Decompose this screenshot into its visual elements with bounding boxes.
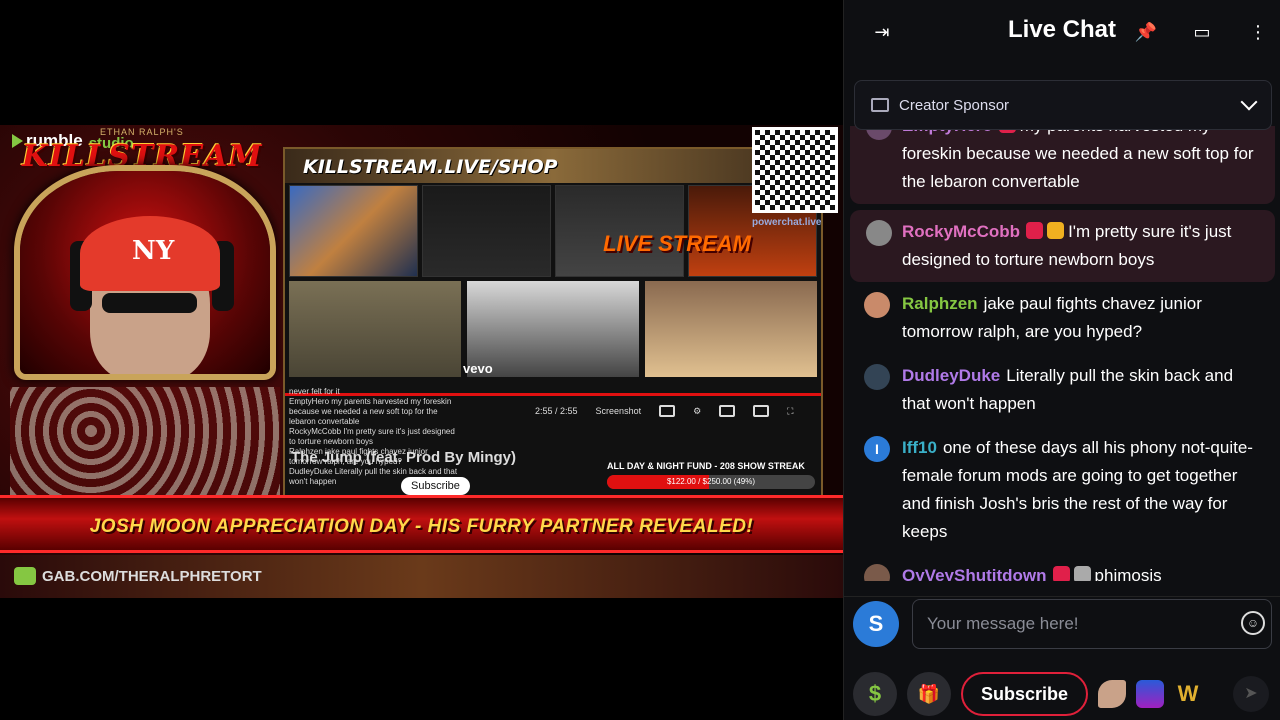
fund-progress-bar: $122.00 / $250.00 (49%) — [607, 475, 815, 489]
toggle-icon[interactable]: ▭ — [1184, 14, 1220, 50]
powerchat-label: powerchat.live — [752, 217, 822, 228]
fund-progress-text: $122.00 / $250.00 (49%) — [666, 477, 756, 486]
gab-url: GAB.COM/THERALPHRETORT — [42, 567, 262, 585]
chat-message: RockyMcCobb I'm pretty sure it's just des… — [850, 210, 1275, 282]
chat-username[interactable]: Iff10 — [902, 438, 937, 457]
chat-username[interactable]: OyVeyShutitdown — [902, 566, 1047, 581]
news-ticker: JOSH MOON APPRECIATION DAY - HIS FURRY P… — [0, 495, 843, 553]
mini-chat-line: never felt for it — [289, 387, 340, 396]
gab-icon — [14, 567, 36, 585]
chat-message: OyVeyShutitdown phimosis — [844, 554, 1280, 581]
chat-message: Ralphzen jake paul fights chavez junior t… — [844, 282, 1280, 354]
chat-input-row: S ☺ — [844, 596, 1280, 652]
badge-icon — [1073, 566, 1091, 581]
fullscreen-icon: ⛶ — [787, 405, 794, 416]
thumbnail — [645, 281, 817, 377]
chat-username[interactable]: Ralphzen — [902, 294, 978, 313]
sponsor-label: Creator Sponsor — [899, 96, 1010, 114]
more-icon[interactable]: ⋮ — [1240, 14, 1276, 50]
webcam-frame: NY — [14, 165, 276, 380]
badge-icon — [1026, 222, 1044, 239]
mini-chat-line: EmptyHero my parents harvested my foresk… — [289, 397, 452, 426]
shared-screen: KILLSTREAM.LIVE/SHOP LIVE STREAM vevo ne… — [283, 147, 823, 497]
chat-username[interactable]: RockyMcCobb — [902, 222, 1020, 241]
thumbnail — [422, 185, 551, 277]
emote-button[interactable]: W — [1174, 680, 1202, 708]
avatar[interactable] — [864, 292, 890, 318]
live-chat-panel: ⇥ Live Chat 📌 ▭ ⋮ EmptyHeromy parents ha… — [843, 0, 1280, 720]
pin-icon[interactable]: 📌 — [1128, 14, 1164, 50]
emote-button[interactable] — [1098, 680, 1127, 708]
avatar[interactable]: I — [864, 436, 890, 462]
player-time: 2:55 / 2:55 — [535, 406, 578, 416]
thumbnail — [289, 185, 418, 277]
emote-button[interactable] — [1136, 680, 1165, 708]
badge-icon — [1047, 222, 1065, 239]
message-input[interactable] — [912, 599, 1272, 649]
shop-url: KILLSTREAM.LIVE/SHOP — [303, 156, 558, 178]
avatar[interactable] — [864, 564, 890, 581]
settings-icon: ⚙ — [693, 405, 702, 416]
sunglasses — [102, 293, 197, 313]
cap-logo: NY — [132, 236, 175, 266]
mini-chat-line: RockyMcCobb I'm pretty sure it's just de… — [289, 427, 455, 446]
send-icon[interactable]: ➤ — [1233, 676, 1269, 712]
shop-banner: KILLSTREAM.LIVE/SHOP — [285, 149, 821, 183]
vevo-label: vevo — [463, 361, 493, 376]
chat-username[interactable]: DudleyDuke — [902, 366, 1000, 385]
video-player[interactable]: rumble studio ETHAN RALPH'S KILLSTREAM N… — [0, 0, 843, 720]
user-avatar[interactable]: S — [853, 601, 899, 647]
avatar[interactable] — [866, 220, 892, 246]
rant-dollar-button[interactable]: $ — [853, 672, 897, 716]
qr-code — [752, 127, 838, 213]
sponsor-icon — [871, 98, 889, 112]
creator-sponsor-bar[interactable]: Creator Sponsor — [854, 80, 1272, 130]
fund-label: ALL DAY & NIGHT FUND - 208 SHOW STREAK — [607, 461, 805, 471]
inner-subscribe-button: Subscribe — [401, 477, 470, 495]
chat-message-text: one of these days all his phony not-quit… — [902, 438, 1253, 541]
chat-message: I Iff10 one of these days all his phony no… — [844, 426, 1280, 554]
stream-frame[interactable]: rumble studio ETHAN RALPH'S KILLSTREAM N… — [0, 125, 843, 598]
chat-message: EmptyHeromy parents harvested my foreski… — [850, 126, 1275, 204]
chat-message-text: phimosis — [1094, 566, 1162, 581]
captions-icon — [659, 405, 676, 417]
ticker-text: JOSH MOON APPRECIATION DAY - HIS FURRY P… — [89, 516, 754, 537]
chat-message-text: my parents harvested my foreskin because… — [902, 126, 1254, 191]
chevron-down-icon[interactable] — [1240, 93, 1258, 111]
bottom-banner: GAB.COM/THERALPHRETORT — [0, 555, 843, 598]
chat-messages[interactable]: EmptyHeromy parents harvested my foreski… — [844, 126, 1280, 581]
subscribe-button[interactable]: Subscribe — [961, 672, 1089, 716]
theater-icon — [753, 405, 770, 417]
thumbnail — [289, 281, 461, 377]
chat-header: ⇥ Live Chat 📌 ▭ ⋮ — [844, 0, 1280, 64]
mini-chat: never felt for it EmptyHero my parents h… — [289, 387, 459, 487]
player-controls: 2:55 / 2:55 Screenshot ⚙ ⛶ — [535, 405, 793, 417]
song-title: The Jump (feat. Prod By Mingy) — [291, 449, 517, 466]
live-stream-text: LIVE STREAM — [603, 231, 751, 256]
decorative-rings — [10, 387, 280, 497]
avatar[interactable] — [864, 364, 890, 390]
ethan-label: ETHAN RALPH'S — [100, 127, 184, 137]
screenshot-label: Screenshot — [595, 406, 642, 416]
chat-message: DudleyDuke Literally pull the skin back a… — [844, 354, 1280, 426]
chat-footer: $ 🎁 Subscribe W ➤ — [844, 668, 1280, 720]
emoji-icon[interactable]: ☺ — [1241, 611, 1265, 635]
thumbnail-row-2 — [285, 281, 821, 377]
gift-icon[interactable]: 🎁 — [907, 672, 951, 716]
badge-icon — [1052, 566, 1070, 581]
miniplayer-icon — [719, 405, 736, 417]
